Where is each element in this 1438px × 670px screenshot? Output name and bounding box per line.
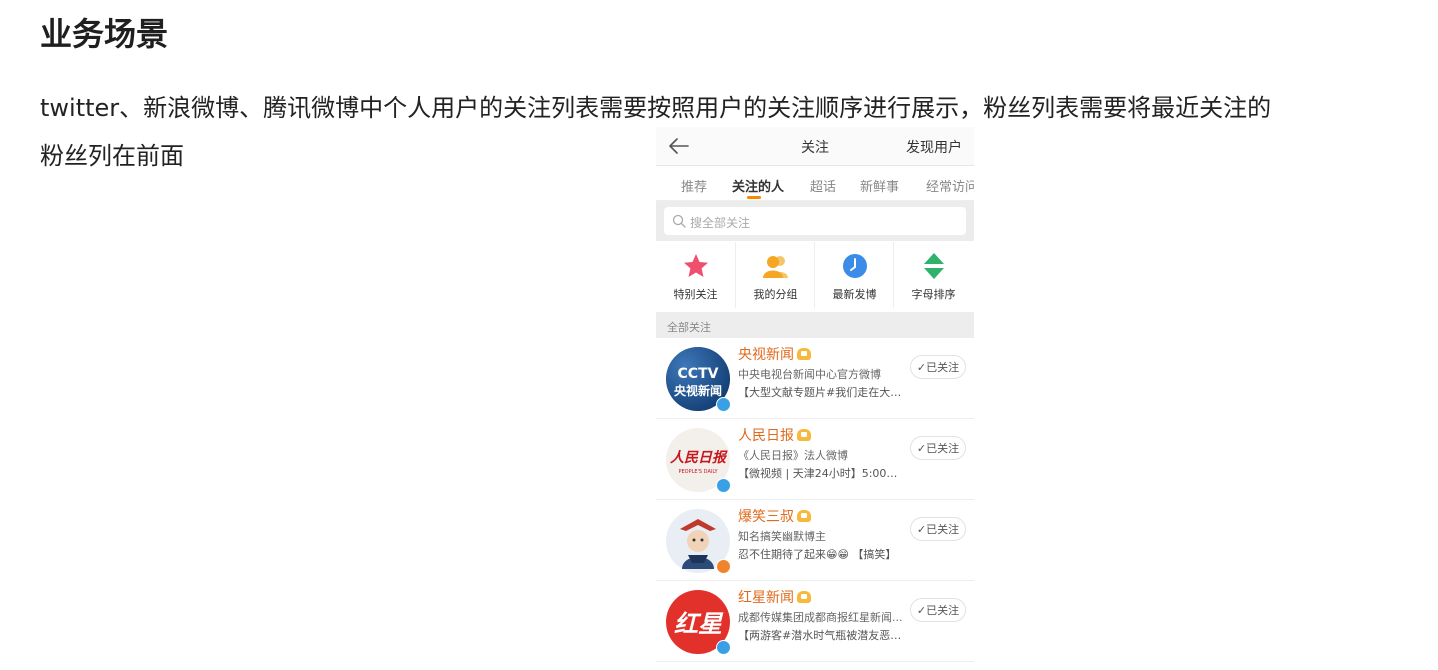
tab-bar: 推荐 关注的人 超话 新鲜事 经常访问 [656,166,974,201]
latest-post[interactable]: 忍不住期待了起来😁😁 【搞笑】 [738,546,908,562]
app-header: 关注 发现用户 [656,127,974,166]
active-tab-indicator [747,196,761,199]
sort-arrows-icon [924,253,944,279]
list-item[interactable]: CCTV 央视新闻 央视新闻 中央电视台新闻中心官方微博 【大型文献专题片#我们… [656,338,974,419]
quick-action-label: 特别关注 [673,288,718,301]
verified-badge-icon [716,640,731,655]
list-item[interactable]: 红星 红星新闻 成都传媒集团成都商报红星新闻... 【两游客#潜水时气瓶被潜友恶… [656,581,974,662]
tab-recommend[interactable]: 推荐 [681,176,707,195]
user-name[interactable]: 人民日报 [738,425,811,445]
latest-post[interactable]: 【微视频 | 天津24小时】5:00，云... [738,465,908,481]
discover-users-link[interactable]: 发现用户 [906,137,962,157]
quick-action-alphabetical[interactable]: 字母排序 [893,242,973,308]
user-description: 成都传媒集团成都商报红星新闻... [738,611,903,624]
followed-button[interactable]: ✓已关注 [910,598,966,622]
user-name[interactable]: 红星新闻 [738,587,811,607]
user-name[interactable]: 央视新闻 [738,344,811,364]
clock-icon [843,254,867,278]
svg-text:央视新闻: 央视新闻 [674,383,722,398]
vip-crown-icon [797,510,811,522]
quick-action-groups[interactable]: 我的分组 [735,242,815,308]
tab-following[interactable]: 关注的人 [732,176,784,195]
vip-crown-icon [797,591,811,603]
list-item[interactable]: 爆笑三叔 知名搞笑幽默博主 忍不住期待了起来😁😁 【搞笑】 ✓已关注 [656,500,974,581]
svg-text:CCTV: CCTV [678,366,719,382]
svg-text:人民日报: 人民日报 [670,449,728,466]
user-description: 《人民日报》法人微博 [738,449,848,462]
quick-action-label: 最新发博 [832,288,877,301]
tab-super-topic[interactable]: 超话 [810,176,836,195]
search-bar: 搜全部关注 [656,201,974,241]
svg-text:红星: 红星 [674,609,724,638]
followed-button[interactable]: ✓已关注 [910,355,966,379]
verified-badge-icon [716,397,731,412]
svg-text:PEOPLE'S DAILY: PEOPLE'S DAILY [678,469,718,475]
section-header: 全部关注 [656,312,974,338]
verified-badge-icon [716,559,731,574]
group-icon [763,256,788,278]
followed-button[interactable]: ✓已关注 [910,517,966,541]
follow-list: CCTV 央视新闻 央视新闻 中央电视台新闻中心官方微博 【大型文献专题片#我们… [656,338,974,662]
section-label: 全部关注 [667,321,711,334]
latest-post[interactable]: 【两游客#潜水时气瓶被潜友恶意... [738,627,908,643]
vip-crown-icon [797,348,811,360]
search-input[interactable]: 搜全部关注 [664,207,966,235]
search-placeholder: 搜全部关注 [690,216,751,230]
quick-action-special[interactable]: 特别关注 [656,242,735,308]
user-description: 中央电视台新闻中心官方微博 [738,368,881,381]
search-icon [672,214,686,228]
tab-news[interactable]: 新鲜事 [860,176,899,195]
quick-action-latest[interactable]: 最新发博 [814,242,894,308]
latest-post[interactable]: 【大型文献专题片#我们走在大路... [738,384,908,400]
quick-actions: 特别关注 我的分组 最新发博 字母排序 [656,242,974,308]
section-heading: 业务场景 [40,15,169,53]
user-description: 知名搞笑幽默博主 [738,530,826,543]
followed-button[interactable]: ✓已关注 [910,436,966,460]
star-icon [684,254,708,277]
quick-action-label: 字母排序 [911,288,956,301]
quick-action-label: 我的分组 [753,288,798,301]
list-item[interactable]: 人民日报 PEOPLE'S DAILY 人民日报 《人民日报》法人微博 【微视频… [656,419,974,500]
weibo-follow-screenshot: 关注 发现用户 推荐 关注的人 超话 新鲜事 经常访问 搜全部关注 特别关注 我… [656,127,974,662]
tab-frequent[interactable]: 经常访问 [926,176,974,195]
vip-crown-icon [797,429,811,441]
verified-badge-icon [716,478,731,493]
user-name[interactable]: 爆笑三叔 [738,506,811,526]
